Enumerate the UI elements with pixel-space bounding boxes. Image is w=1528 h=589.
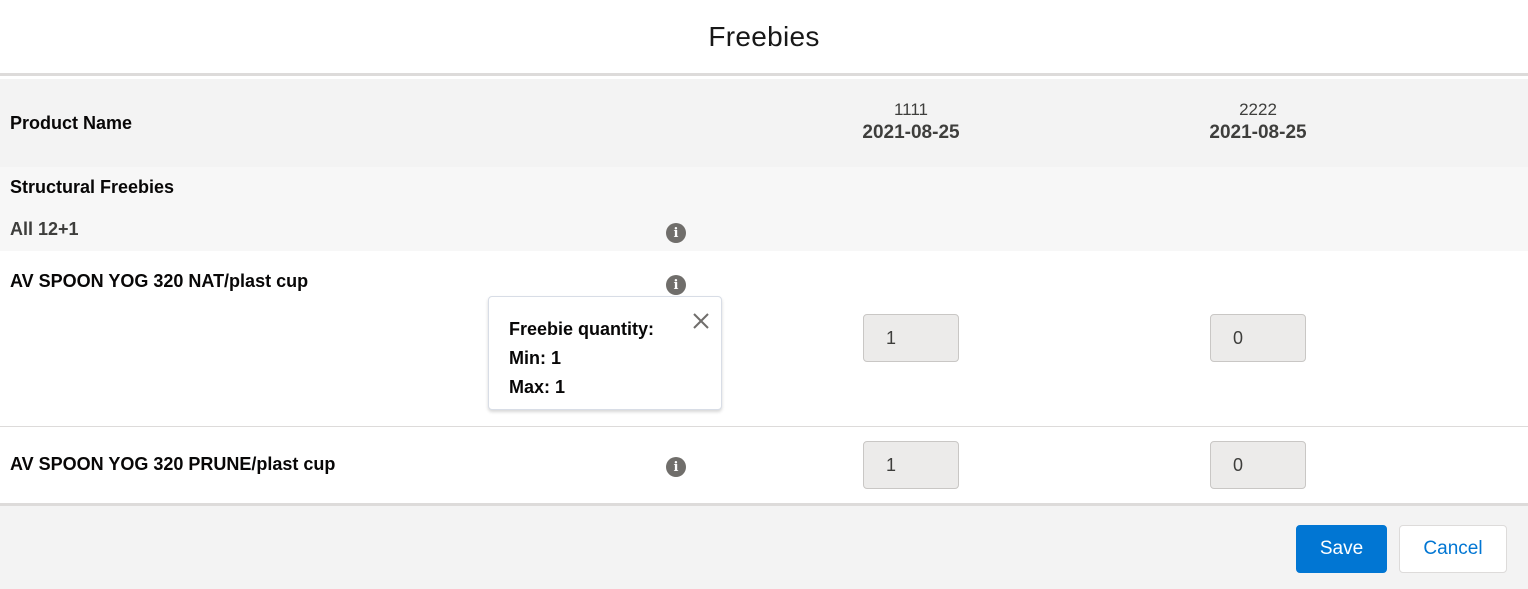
info-icon[interactable]: i — [666, 457, 686, 477]
table-row: AV SPOON YOG 320 PRUNE/plast cup i 1 0 — [0, 427, 1528, 503]
quantity-input[interactable]: 1 — [863, 314, 959, 362]
cancel-button[interactable]: Cancel — [1399, 525, 1507, 573]
column-date: 2021-08-25 — [862, 122, 960, 143]
product-name: AV SPOON YOG 320 PRUNE/plast cup — [10, 454, 336, 474]
column-code: 2222 — [1239, 100, 1277, 119]
freebie-group: Structural Freebies All 12+1 i — [0, 167, 1528, 251]
column-header-2: 2222 2021-08-25 — [1158, 99, 1358, 145]
table-header: Product Name 1111 2021-08-25 2222 2021-0… — [0, 79, 1528, 167]
popover-title: Freebie quantity: — [509, 319, 655, 339]
freebie-quantity-popover: Freebie quantity: Min: 1 Max: 1 — [488, 296, 722, 410]
close-icon[interactable] — [691, 311, 711, 331]
popover-max: Max: 1 — [509, 377, 566, 397]
table-row: AV SPOON YOG 320 NAT/plast cup i 1 0 — [0, 251, 1528, 427]
product-name: AV SPOON YOG 320 NAT/plast cup — [10, 271, 309, 291]
info-icon[interactable]: i — [666, 275, 686, 295]
save-button[interactable]: Save — [1296, 525, 1387, 573]
modal-title: Freebies — [708, 20, 820, 52]
popover-min: Min: 1 — [509, 348, 561, 368]
column-header-1: 1111 2021-08-25 — [811, 99, 1011, 145]
group-title: Structural Freebies — [10, 177, 175, 197]
quantity-input[interactable]: 0 — [1210, 314, 1306, 362]
group-subtitle: All 12+1 — [10, 219, 79, 239]
info-icon[interactable]: i — [666, 223, 686, 243]
quantity-input[interactable]: 0 — [1210, 441, 1306, 489]
column-code: 1111 — [893, 100, 929, 119]
column-date: 2021-08-25 — [1209, 122, 1307, 143]
quantity-input[interactable]: 1 — [863, 441, 959, 489]
modal-footer: Save Cancel — [0, 503, 1528, 589]
product-name-header: Product Name — [10, 112, 133, 133]
modal-header: Freebies — [0, 0, 1528, 76]
